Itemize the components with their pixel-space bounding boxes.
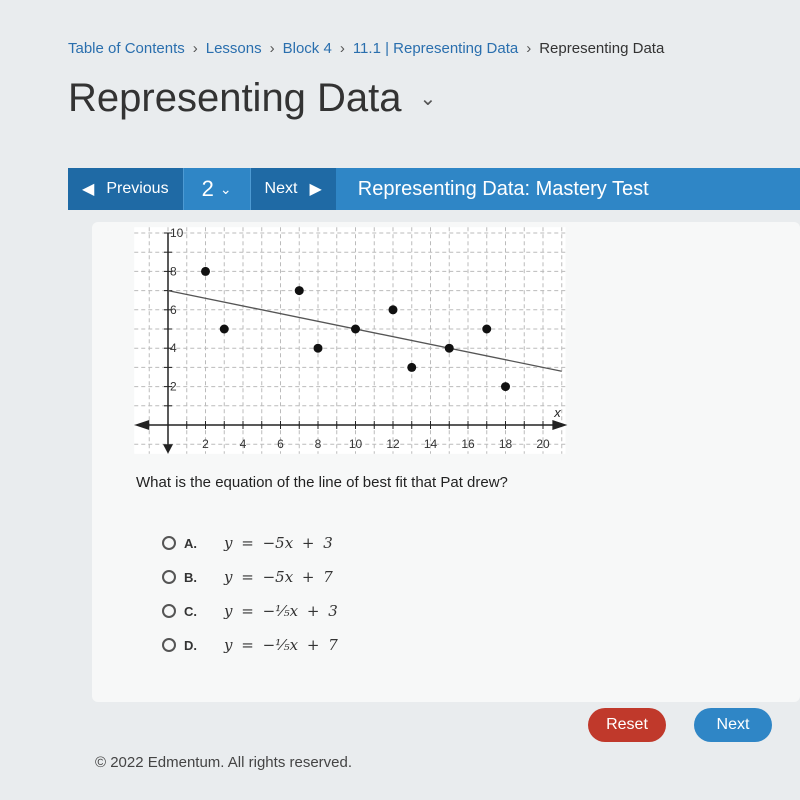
x-tick-label: 12 bbox=[386, 437, 400, 451]
question-text: What is the equation of the line of best… bbox=[136, 474, 508, 491]
reset-button[interactable]: Reset bbox=[588, 708, 666, 742]
y-tick-label: 6 bbox=[170, 303, 177, 317]
next-button[interactable]: Next bbox=[694, 708, 772, 742]
option-a[interactable]: A. y = −5x + 3 bbox=[162, 526, 338, 560]
option-equation: y = −⅕x + 3 bbox=[224, 602, 338, 620]
radio-button[interactable] bbox=[162, 604, 176, 618]
data-point bbox=[501, 382, 510, 392]
option-equation: y = −⅕x + 7 bbox=[224, 636, 338, 654]
data-point bbox=[444, 343, 454, 353]
scatter-plot: 2 4 6 8 10 12 14 16 18 20 2 4 6 8 10 x bbox=[134, 226, 568, 454]
x-tick-label: 16 bbox=[461, 437, 475, 451]
x-tick-label: 18 bbox=[499, 437, 513, 451]
x-tick-label: 4 bbox=[240, 437, 247, 451]
data-point bbox=[313, 343, 323, 353]
option-b[interactable]: B. y = −5x + 7 bbox=[162, 560, 338, 594]
footer-copyright: © 2022 Edmentum. All rights reserved. bbox=[95, 754, 353, 771]
data-point bbox=[219, 324, 229, 334]
option-letter: B. bbox=[184, 569, 197, 585]
radio-button[interactable] bbox=[162, 638, 176, 652]
data-point bbox=[388, 305, 398, 315]
plot-background bbox=[134, 227, 566, 454]
option-c[interactable]: C. y = −⅕x + 3 bbox=[162, 594, 338, 628]
option-equation: y = −5x + 3 bbox=[224, 534, 333, 552]
x-axis-label: x bbox=[553, 405, 561, 420]
x-tick-label: 14 bbox=[424, 437, 438, 451]
option-letter: A. bbox=[184, 535, 197, 551]
radio-button[interactable] bbox=[162, 570, 176, 584]
radio-button[interactable] bbox=[162, 536, 176, 550]
x-tick-label: 8 bbox=[315, 437, 322, 451]
y-tick-label: 4 bbox=[170, 341, 177, 355]
data-point bbox=[482, 324, 492, 334]
x-tick-label: 6 bbox=[277, 437, 284, 451]
option-letter: C. bbox=[184, 603, 197, 619]
data-point bbox=[201, 266, 210, 276]
x-tick-label: 10 bbox=[349, 437, 363, 451]
option-letter: D. bbox=[184, 637, 197, 653]
x-tick-label: 20 bbox=[536, 437, 550, 451]
data-point bbox=[407, 362, 417, 372]
answer-options: A. y = −5x + 3 B. y = −5x + 7 C. y = −⅕x + … bbox=[162, 526, 338, 662]
data-point bbox=[351, 324, 360, 334]
data-point bbox=[294, 286, 304, 296]
y-tick-label: 8 bbox=[170, 264, 177, 278]
y-tick-label: 10 bbox=[170, 226, 184, 240]
y-tick-label: 2 bbox=[170, 380, 177, 394]
option-d[interactable]: D. y = −⅕x + 7 bbox=[162, 628, 338, 662]
x-tick-label: 2 bbox=[202, 437, 209, 451]
option-equation: y = −5x + 7 bbox=[224, 568, 333, 586]
